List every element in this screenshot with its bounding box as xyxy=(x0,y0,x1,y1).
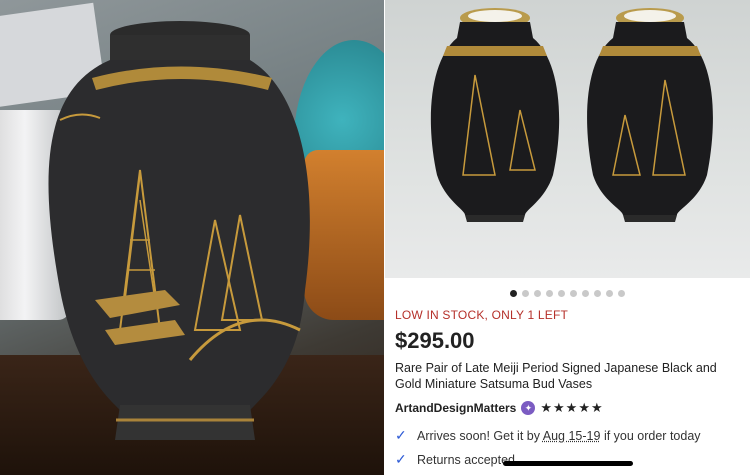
delivery-dates[interactable]: Aug 15-19 xyxy=(543,429,601,443)
carousel-dot[interactable] xyxy=(510,289,517,297)
seller-row[interactable]: ArtandDesignMatters ✦ ★★★★★ xyxy=(395,400,740,416)
listing-photo-closeup[interactable] xyxy=(0,0,384,475)
carousel-dot[interactable] xyxy=(618,289,625,297)
carousel-dot[interactable] xyxy=(594,289,601,297)
delivery-prefix: Arrives soon! Get it by xyxy=(417,428,540,443)
listing-info: LOW IN STOCK, ONLY 1 LEFT $295.00 Rare P… xyxy=(395,308,740,468)
listing-photo-main[interactable] xyxy=(385,0,750,278)
rating-stars[interactable]: ★★★★★ xyxy=(540,400,603,416)
carousel-dot[interactable] xyxy=(606,289,613,297)
carousel-dot[interactable] xyxy=(558,289,565,297)
price: $295.00 xyxy=(395,328,475,353)
delivery-text: Arrives soon! Get it by Aug 15-19 if you… xyxy=(417,429,701,443)
carousel-dot[interactable] xyxy=(546,289,553,297)
delivery-suffix: if you order today xyxy=(603,428,701,443)
home-indicator[interactable] xyxy=(503,461,633,466)
carousel-dot[interactable] xyxy=(570,289,577,297)
carousel-dots[interactable] xyxy=(385,287,750,299)
check-icon: ✓ xyxy=(395,427,407,443)
stock-status: LOW IN STOCK, ONLY 1 LEFT xyxy=(395,308,569,322)
returns-text: Returns accepted xyxy=(417,452,515,467)
vase-closeup-image xyxy=(48,21,310,440)
carousel-dot[interactable] xyxy=(534,289,541,297)
vase-pair-image xyxy=(430,8,713,222)
check-icon: ✓ xyxy=(395,451,407,467)
carousel-dot[interactable] xyxy=(582,289,589,297)
carousel-dot[interactable] xyxy=(522,289,529,297)
seller-name[interactable]: ArtandDesignMatters xyxy=(395,401,516,415)
star-seller-badge-icon: ✦ xyxy=(521,401,536,415)
delivery-row: ✓ Arrives soon! Get it by Aug 15-19 if y… xyxy=(395,427,740,444)
listing-title: Rare Pair of Late Meiji Period Signed Ja… xyxy=(395,361,717,391)
